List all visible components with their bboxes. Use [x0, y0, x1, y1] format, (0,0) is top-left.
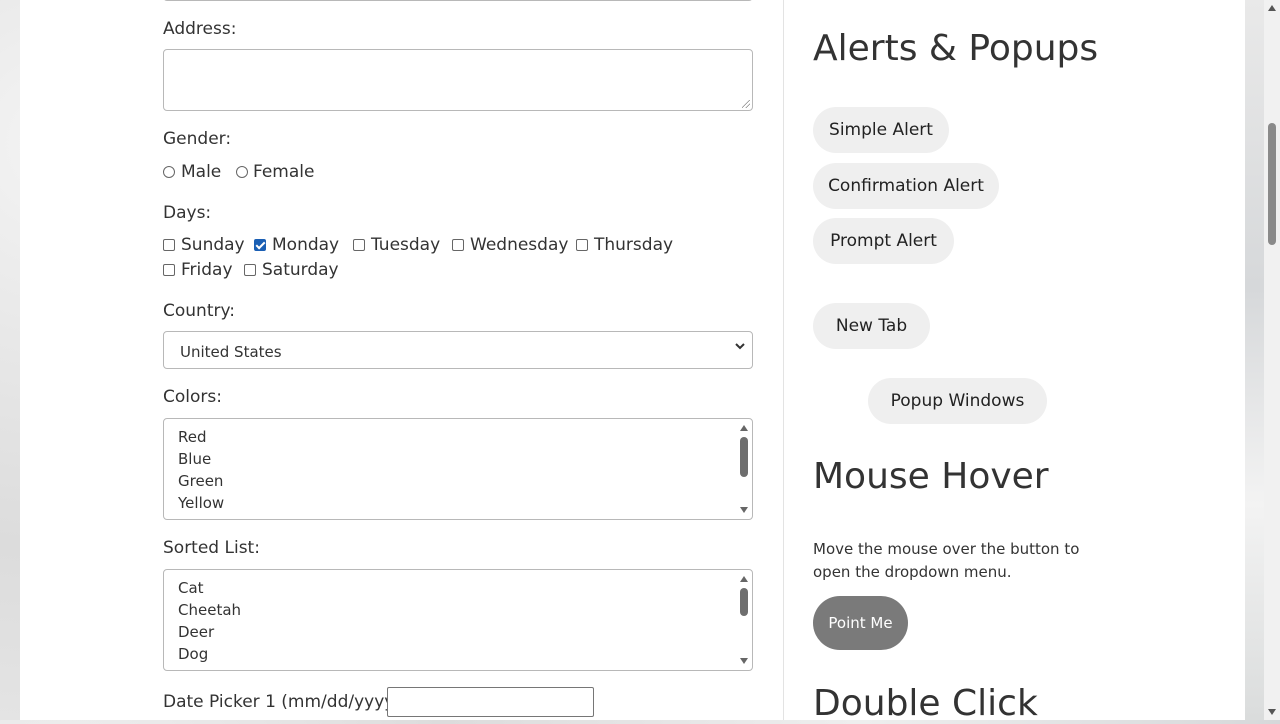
mouse-hover-description: Move the mouse over the button to open t… [813, 540, 1080, 581]
list-item[interactable]: Cheetah [178, 603, 241, 618]
datepicker-label: Date Picker 1 (mm/dd/yyyy): [163, 692, 407, 712]
page-content: Address: Gender: Male Female Days: Sunda… [20, 0, 1245, 724]
scroll-up-arrow-icon[interactable] [740, 425, 748, 431]
sorted-listbox[interactable]: Cat Cheetah Deer Dog [163, 569, 753, 671]
sorted-list-label: Sorted List: [163, 538, 260, 558]
new-tab-button[interactable]: New Tab [813, 303, 930, 349]
sorted-scrollbar[interactable] [738, 572, 750, 668]
page-scrollbar[interactable] [1264, 0, 1280, 720]
column-divider [783, 0, 784, 720]
gender-label: Gender: [163, 129, 232, 149]
list-item[interactable]: Deer [178, 625, 214, 640]
scroll-down-arrow-icon[interactable] [740, 658, 748, 664]
country-select[interactable]: United States [163, 331, 753, 369]
gender-male-label: Male [181, 162, 222, 182]
colors-scrollbar-thumb[interactable] [740, 437, 748, 477]
day-saturday-checkbox[interactable] [244, 264, 256, 276]
sorted-scrollbar-thumb[interactable] [740, 588, 748, 616]
list-item[interactable]: Cat [178, 581, 204, 596]
list-item[interactable]: Blue [178, 452, 211, 467]
day-sunday-checkbox[interactable] [163, 239, 175, 251]
gender-female-radio[interactable] [236, 166, 248, 178]
datepicker-input[interactable] [387, 687, 594, 717]
double-click-heading: Double Click [813, 683, 1038, 724]
country-selected-value: United States [180, 343, 282, 361]
day-monday-checkbox[interactable] [254, 239, 266, 251]
gender-female-label: Female [253, 162, 315, 182]
mouse-hover-heading: Mouse Hover [813, 456, 1049, 497]
colors-label: Colors: [163, 387, 222, 407]
gender-male-radio[interactable] [163, 166, 175, 178]
day-tuesday-checkbox[interactable] [353, 239, 365, 251]
point-me-button[interactable]: Point Me [813, 596, 908, 650]
day-wednesday-label: Wednesday [470, 235, 569, 255]
popup-windows-button[interactable]: Popup Windows [868, 378, 1047, 424]
country-label: Country: [163, 301, 236, 321]
prompt-alert-button[interactable]: Prompt Alert [813, 218, 954, 264]
scroll-down-arrow-icon[interactable] [1268, 709, 1276, 715]
days-label: Days: [163, 203, 212, 223]
scroll-up-arrow-icon[interactable] [740, 576, 748, 582]
previous-input-field[interactable] [163, 0, 753, 1]
day-monday-label: Monday [272, 235, 340, 255]
list-item[interactable]: Green [178, 474, 223, 489]
day-saturday-label: Saturday [262, 260, 339, 280]
scroll-down-arrow-icon[interactable] [740, 507, 748, 513]
alerts-heading: Alerts & Popups [813, 28, 1099, 69]
day-thursday-label: Thursday [594, 235, 674, 255]
colors-scrollbar[interactable] [738, 421, 750, 517]
day-thursday-checkbox[interactable] [576, 239, 588, 251]
scroll-up-arrow-icon[interactable] [1268, 5, 1276, 11]
list-item[interactable]: Dog [178, 647, 208, 662]
chevron-down-icon [734, 340, 746, 356]
day-wednesday-checkbox[interactable] [452, 239, 464, 251]
day-sunday-label: Sunday [181, 235, 245, 255]
day-friday-label: Friday [181, 260, 233, 280]
simple-alert-button[interactable]: Simple Alert [813, 107, 949, 153]
resize-grip-icon[interactable] [742, 100, 750, 108]
confirmation-alert-button[interactable]: Confirmation Alert [813, 163, 999, 209]
colors-listbox[interactable]: Red Blue Green Yellow [163, 418, 753, 520]
list-item[interactable]: Yellow [178, 496, 224, 511]
address-textarea[interactable] [163, 49, 753, 111]
list-item[interactable]: Red [178, 430, 207, 445]
day-tuesday-label: Tuesday [371, 235, 441, 255]
address-label: Address: [163, 19, 237, 39]
day-friday-checkbox[interactable] [163, 264, 175, 276]
page-scrollbar-thumb[interactable] [1268, 123, 1276, 245]
